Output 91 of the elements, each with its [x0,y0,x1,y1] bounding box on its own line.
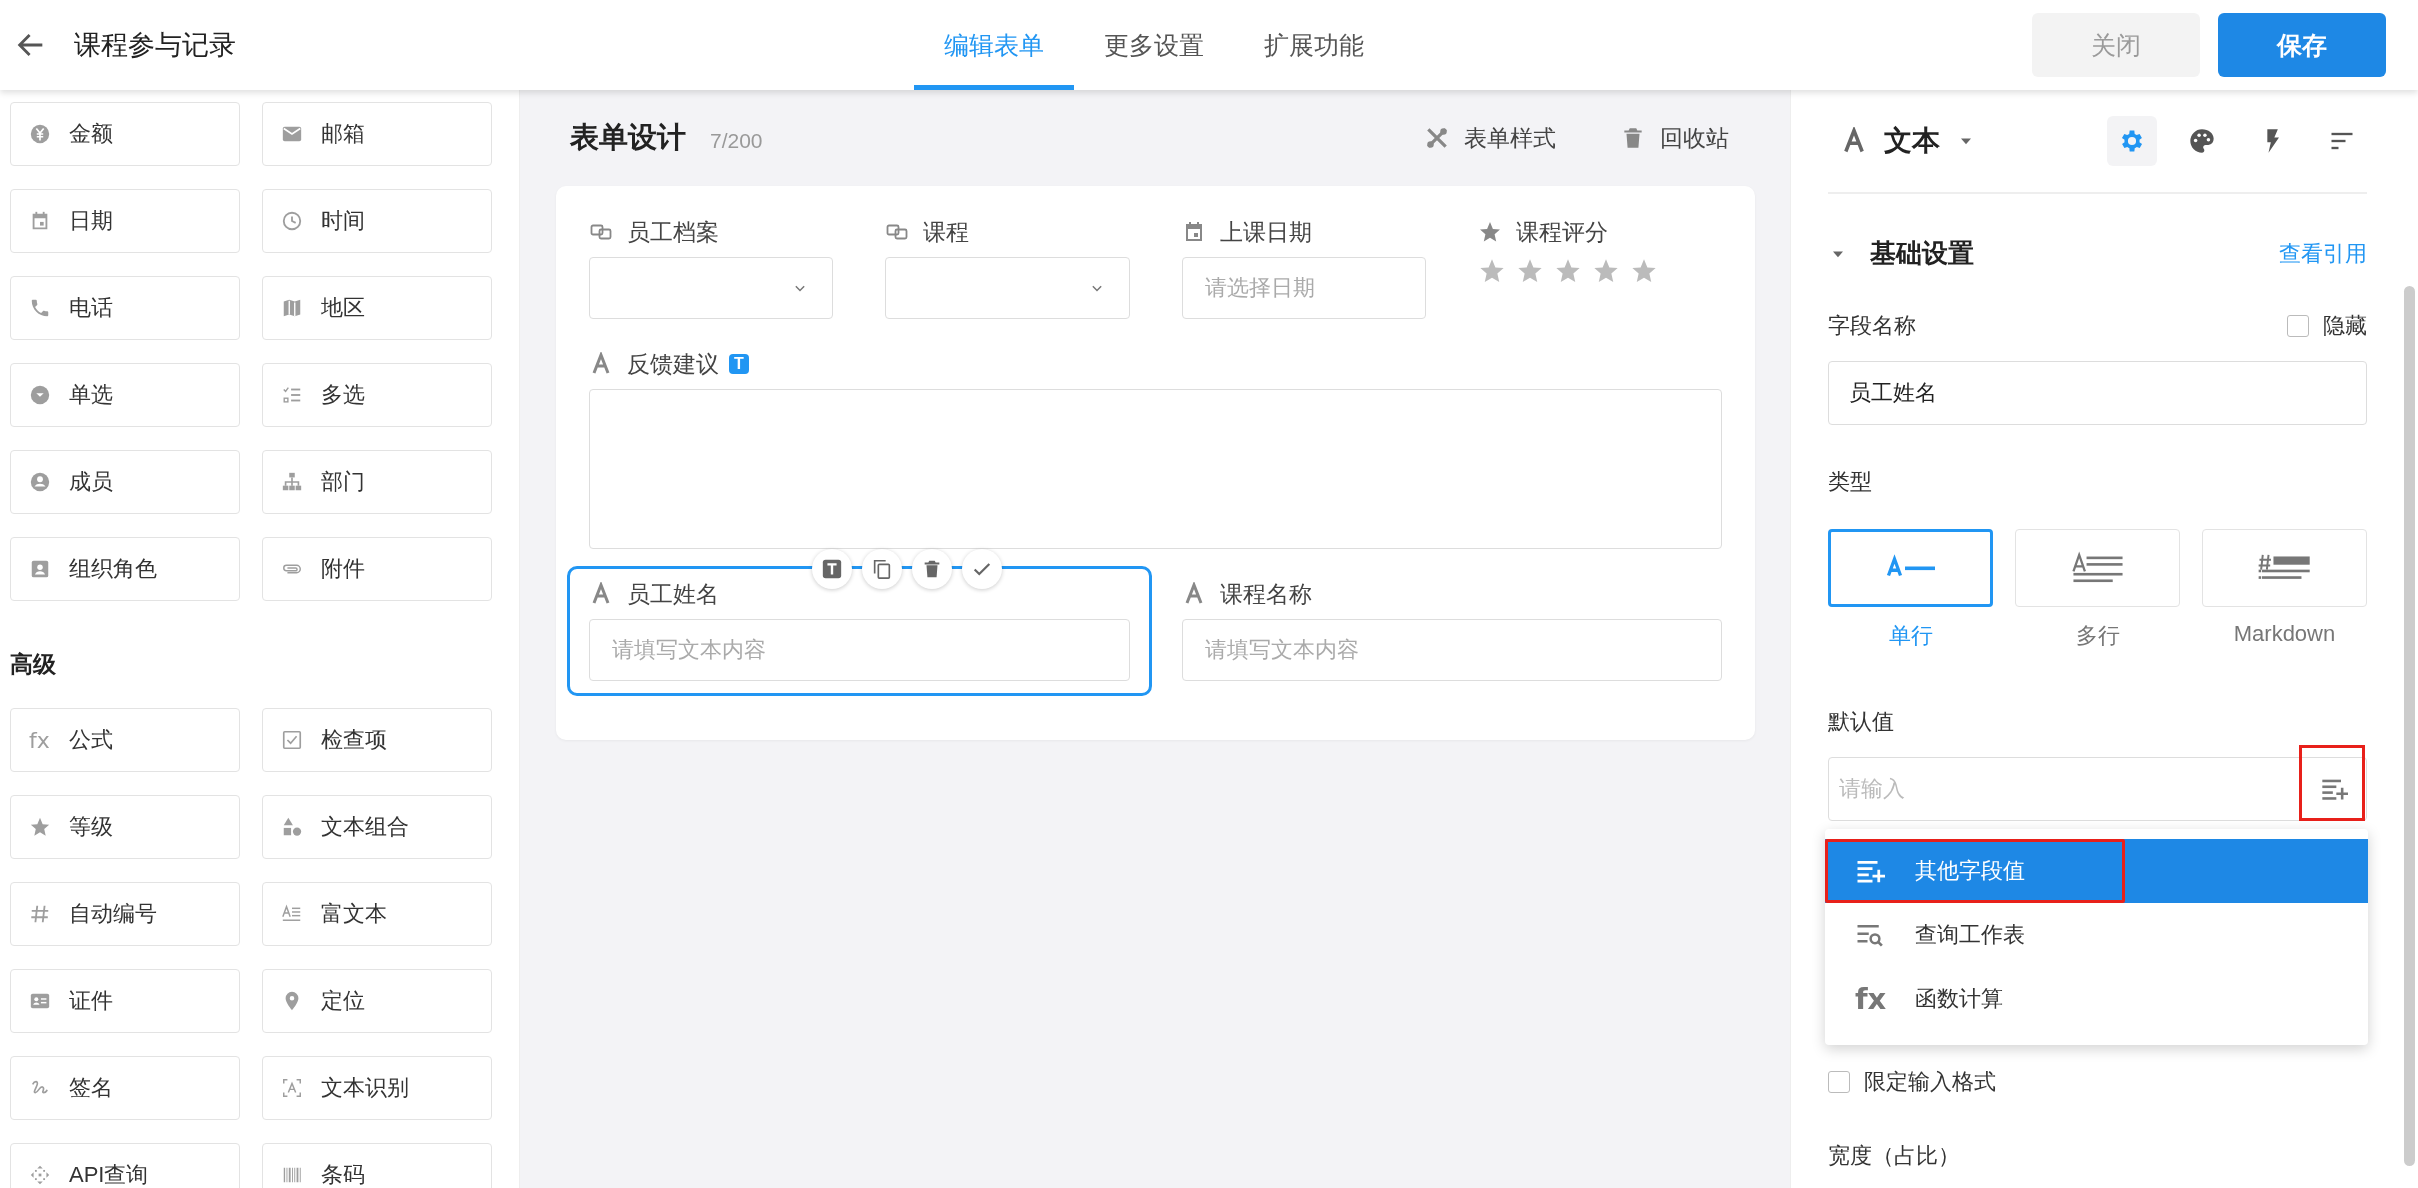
page-title: 课程参与记录 [74,29,237,62]
menu-item[interactable]: 查询工作表 [1825,903,2368,967]
field-type-name: 文本 [1884,124,1940,158]
section-heading: 高级 [10,650,56,679]
clock-icon [281,210,303,232]
field-type-item[interactable]: 组织角色 [10,537,240,601]
field-type-item[interactable]: 检查项 [262,708,492,772]
field-label: 宽度（占比） [1828,1142,1960,1170]
menu-item[interactable]: 其他字段值 [1825,839,2368,903]
org-icon [281,471,303,493]
text-type-icon [821,558,843,580]
field-label: 课程评分 [1515,217,1608,247]
checkbox-icon [281,729,303,751]
recycle-bin-button[interactable]: 回收站 [1614,121,1735,155]
field-label: 课程 [923,217,970,247]
select-field[interactable] [589,257,834,319]
save-button[interactable]: 保存 [2218,13,2386,77]
form-field[interactable]: 反馈建议 T [567,336,1744,564]
field-type-item[interactable]: 文本识别 [262,1056,492,1120]
scrollbar[interactable] [2404,286,2415,1166]
field-label: 默认值 [1828,709,1894,734]
field-type-item[interactable]: 富文本 [262,882,492,946]
field-name-input[interactable]: 员工姓名 [1828,361,2367,425]
field-label: 字段名称 [1828,312,1916,340]
person-icon [29,471,51,493]
field-type-item[interactable]: 证件 [10,969,240,1033]
field-type-item[interactable]: 邮箱 [262,102,492,166]
form-field[interactable]: 员工档案 [567,204,856,334]
formula-icon: fx [29,727,51,753]
copy-button[interactable] [862,549,902,589]
tools-icon [1424,125,1450,151]
tab[interactable]: 扩展功能 [1234,0,1394,90]
form-style-button[interactable]: 表单样式 [1418,121,1562,155]
field-type-item[interactable]: 定位 [262,969,492,1033]
settings-button[interactable] [2107,116,2157,166]
field-label: 上课日期 [1219,217,1312,247]
field-type-item[interactable]: fx 公式 [10,708,240,772]
field-type-item[interactable]: API查询 [10,1143,240,1188]
field-type-item[interactable]: 附件 [262,537,492,601]
field-type-item[interactable]: 时间 [262,189,492,253]
form-field[interactable]: 课程名称 请填写文本内容 [1159,566,1744,696]
field-label: 反馈建议 [627,349,719,379]
star-icon [1477,220,1502,244]
copy-icon [871,558,893,580]
menu-item[interactable]: fx 函数计算 [1825,967,2368,1031]
field-type-item[interactable]: 等级 [10,795,240,859]
field-type-item[interactable]: 条码 [262,1143,492,1188]
format-checkbox[interactable]: 限定输入格式 [1828,1067,1996,1097]
checkbox[interactable] [2287,315,2309,337]
field-type-item[interactable]: 多选 [262,363,492,427]
yen-icon [29,123,51,145]
field-label: 课程名称 [1219,579,1312,609]
palette-icon [2188,127,2216,155]
text-type-button[interactable] [812,549,852,589]
field-label: 员工档案 [627,217,719,247]
form-field[interactable]: 课程 [863,204,1152,334]
hide-checkbox[interactable]: 隐藏 [2287,311,2367,341]
field-type-item[interactable]: 单选 [10,363,240,427]
check-button[interactable] [962,549,1002,589]
text-badge: T [729,354,749,374]
dropdown-icon [29,384,51,406]
field-label: 员工姓名 [627,579,719,609]
field-type-item[interactable]: 自动编号 [10,882,240,946]
form-title: 表单设计 [570,120,686,155]
field-type-item[interactable]: 电话 [10,276,240,340]
field-type-item[interactable]: 部门 [262,450,492,514]
form-field[interactable]: 上课日期 请选择日期 [1159,204,1448,334]
star-icon [29,816,51,838]
field-type-item[interactable]: 成员 [10,450,240,514]
field-type-item[interactable]: 签名 [10,1056,240,1120]
formula-icon: fx [1855,982,1885,1016]
field-count: 7/200 [710,129,763,153]
field-type-item[interactable]: 日期 [10,189,240,253]
contact-icon [29,558,51,580]
checkbox[interactable] [1828,1071,1850,1093]
select-field[interactable] [885,257,1130,319]
shapes-icon [281,816,303,838]
field-type-item[interactable]: 金额 [10,102,240,166]
tab[interactable]: 更多设置 [1074,0,1234,90]
hash-icon [29,903,51,925]
section-title: 基础设置 [1870,237,1975,270]
phone-icon [29,297,51,319]
api-icon [29,1164,51,1186]
ocr-icon [281,1077,303,1099]
textarea-field[interactable] [589,389,1722,549]
form-field[interactable]: 课程评分 [1455,204,1744,300]
field-type-item[interactable]: 地区 [262,276,492,340]
field-label: 类型 [1828,469,1872,494]
map-icon [281,297,303,319]
field-type-item[interactable]: 文本组合 [262,795,492,859]
trash-button[interactable] [912,549,952,589]
